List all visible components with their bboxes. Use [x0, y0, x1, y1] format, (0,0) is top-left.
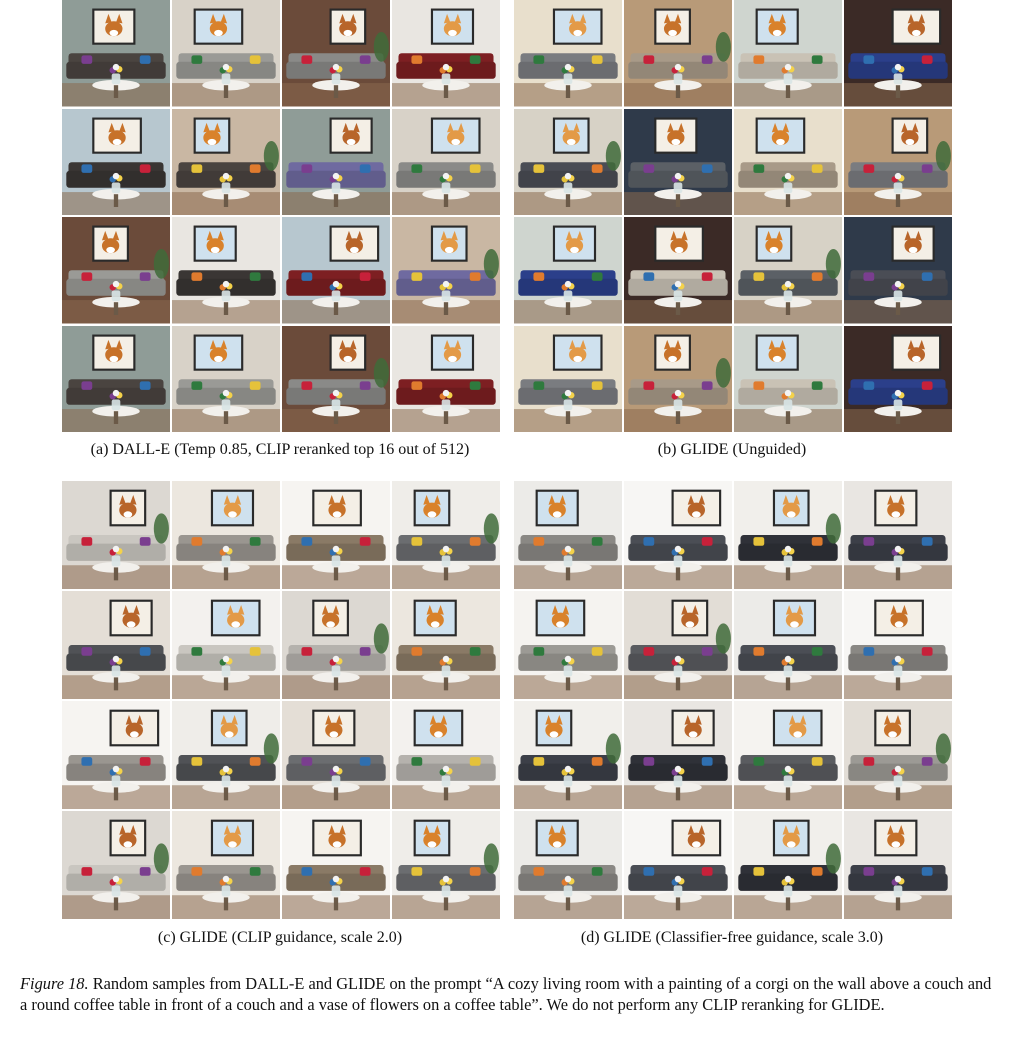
sample-image: [844, 701, 952, 809]
sample-image: [172, 0, 280, 107]
sample-image: [734, 108, 842, 215]
sample-image: [172, 701, 280, 809]
sample-image: [734, 701, 842, 809]
panel-glide-classifier-free: [514, 481, 952, 919]
sample-image: [844, 481, 952, 589]
panel-dalle: [62, 0, 500, 432]
sample-image: [282, 481, 390, 589]
sample-image: [734, 0, 842, 107]
sample-grid: [514, 0, 952, 432]
sample-image: [392, 217, 500, 324]
sample-image: [172, 217, 280, 324]
sample-image: [62, 217, 170, 324]
sample-image: [282, 325, 390, 432]
sample-image: [392, 481, 500, 589]
sample-image: [624, 701, 732, 809]
sample-image: [844, 811, 952, 919]
sample-image: [392, 811, 500, 919]
sample-image: [62, 325, 170, 432]
sample-image: [624, 0, 732, 107]
sample-image: [624, 481, 732, 589]
sample-image: [844, 108, 952, 215]
sample-image: [844, 325, 952, 432]
sample-image: [514, 811, 622, 919]
sample-image: [734, 811, 842, 919]
sample-image: [514, 701, 622, 809]
sample-image: [392, 325, 500, 432]
sample-image: [514, 481, 622, 589]
figure-caption-text: Random samples from DALL-E and GLIDE on …: [20, 974, 992, 1014]
sample-image: [172, 325, 280, 432]
sample-image: [62, 481, 170, 589]
sample-image: [282, 591, 390, 699]
sample-grid: [62, 0, 500, 432]
sample-image: [624, 108, 732, 215]
subfigure-caption-b: (b) GLIDE (Unguided): [657, 441, 807, 458]
sample-image: [514, 217, 622, 324]
sample-image: [624, 811, 732, 919]
sample-image: [62, 701, 170, 809]
sample-image: [62, 591, 170, 699]
sample-image: [514, 325, 622, 432]
sample-image: [172, 591, 280, 699]
sample-grid: [514, 481, 952, 919]
sample-image: [172, 811, 280, 919]
sample-image: [734, 481, 842, 589]
sample-image: [62, 811, 170, 919]
sample-image: [282, 811, 390, 919]
sample-image: [624, 325, 732, 432]
sample-image: [844, 0, 952, 107]
sample-image: [392, 108, 500, 215]
sample-image: [734, 591, 842, 699]
sample-image: [62, 108, 170, 215]
sample-image: [844, 217, 952, 324]
sample-image: [172, 481, 280, 589]
figure-label: Figure 18.: [20, 974, 89, 993]
subfigure-caption-a: (a) DALL-E (Temp 0.85, CLIP reranked top…: [90, 441, 470, 458]
sample-image: [624, 591, 732, 699]
sample-image: [392, 0, 500, 107]
sample-image: [514, 0, 622, 107]
figure-caption: Figure 18. Random samples from DALL-E an…: [20, 973, 1002, 1015]
panel-glide-unguided: [514, 0, 952, 432]
sample-image: [392, 591, 500, 699]
sample-image: [172, 108, 280, 215]
sample-image: [734, 217, 842, 324]
sample-image: [282, 0, 390, 107]
sample-grid: [62, 481, 500, 919]
sample-image: [624, 217, 732, 324]
sample-image: [514, 108, 622, 215]
panel-glide-clip-guidance: [62, 481, 500, 919]
sample-image: [282, 217, 390, 324]
sample-image: [844, 591, 952, 699]
sample-image: [62, 0, 170, 107]
sample-image: [282, 108, 390, 215]
subfigure-caption-c: (c) GLIDE (CLIP guidance, scale 2.0): [157, 929, 403, 946]
sample-image: [514, 591, 622, 699]
sample-image: [392, 701, 500, 809]
sample-image: [282, 701, 390, 809]
sample-image: [734, 325, 842, 432]
subfigure-caption-d: (d) GLIDE (Classifier-free guidance, sca…: [580, 929, 884, 946]
